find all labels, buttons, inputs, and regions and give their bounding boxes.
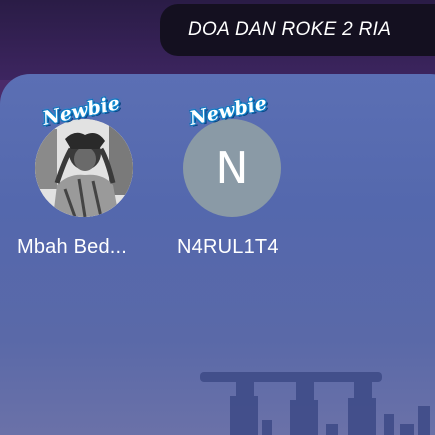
seat-name: N4RUL1T4	[177, 236, 279, 258]
avatar-initial[interactable]: N	[183, 119, 281, 217]
seat-panel: Newbie Mbah Bed... N Newbie N4RUL1T4	[0, 74, 435, 435]
seat-2[interactable]: N Newbie N4RUL1T4	[167, 92, 297, 264]
seat-name: Mbah Bed...	[17, 236, 128, 258]
voice-room-screen: DOA DAN ROKE 2 RIA Newbie Mbah Bed... N …	[0, 0, 435, 435]
room-title: DOA DAN ROKE 2 RIA	[188, 19, 392, 40]
user-photo-icon	[35, 119, 133, 217]
room-title-pill[interactable]: DOA DAN ROKE 2 RIA	[160, 4, 435, 56]
avatar[interactable]	[35, 119, 133, 217]
avatar-initial-letter: N	[215, 142, 249, 194]
seat-1[interactable]: Newbie Mbah Bed...	[17, 92, 150, 264]
